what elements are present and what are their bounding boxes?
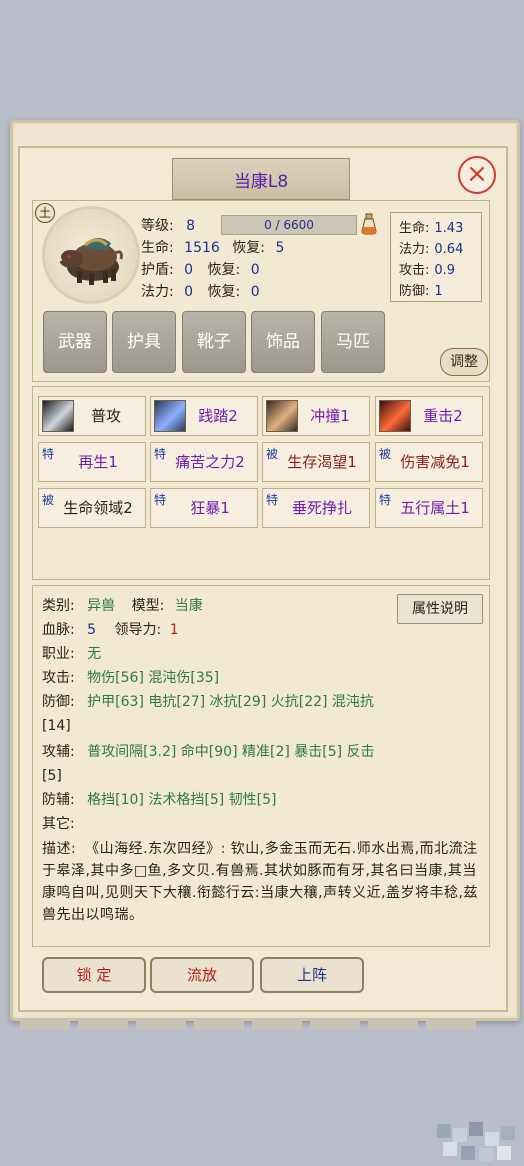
equip-slot-accessory[interactable]: 饰品 [251, 311, 315, 373]
hp-row: 生命: 1516 恢复: 5 [141, 237, 284, 257]
footer-decoration [252, 1018, 302, 1030]
adjust-button[interactable]: 调整 [440, 348, 488, 376]
footer-decoration [136, 1018, 186, 1030]
lead-value: 1 [169, 622, 179, 638]
footer-decoration [426, 1018, 476, 1030]
growth-defense: 防御: 1 [399, 284, 443, 299]
xp-text: 0 / 6600 [264, 218, 314, 232]
info-defense-cont: [14] [42, 718, 71, 734]
skill-name: 生命领域2 [63, 499, 133, 517]
release-button[interactable]: 流放 [150, 957, 254, 993]
hp-regen-value: 5 [275, 240, 285, 256]
skill-name: 生存渴望1 [287, 453, 357, 471]
desc-label: 描述: [42, 841, 77, 857]
shield-label: 护盾: [141, 262, 174, 278]
skill-name: 五行属土1 [400, 499, 470, 517]
deploy-button[interactable]: 上阵 [260, 957, 364, 993]
mana-value: 0 [184, 284, 194, 300]
skill-name: 垂死挣扎 [291, 499, 352, 517]
level-label: 等级: [141, 218, 174, 234]
info-defaux-row: 防辅: 格挡[10] 法术格挡[5] 韧性[5] [42, 792, 277, 808]
footer-decoration [310, 1018, 360, 1030]
hp-label: 生命: [141, 240, 174, 256]
growth-attack: 攻击: 0.9 [399, 263, 456, 278]
growth-hp: 生命: 1.43 [399, 221, 464, 236]
potion-icon[interactable] [361, 213, 377, 235]
footer-decoration [368, 1018, 418, 1030]
attribute-help-button[interactable]: 属性说明 [397, 594, 483, 624]
skill-slot[interactable]: 被伤害减免1 [375, 442, 483, 482]
hp-value: 1516 [184, 240, 220, 256]
skill-name: 践踏2 [198, 407, 238, 425]
desc-text: 《山海经.东次四经》: 钦山,多金玉而无石.师水出焉,而北流注于皋泽,其中多□鱼… [42, 841, 478, 923]
skill-name: 冲撞1 [310, 407, 350, 425]
skill-slot[interactable]: 特五行属土1 [375, 488, 483, 528]
defense-value: 护甲[63] 电抗[27] 冰抗[29] 火抗[22] 混沌抗 [87, 694, 374, 710]
shield-regen-value: 0 [250, 262, 260, 278]
pet-avatar[interactable] [42, 206, 140, 304]
job-value: 无 [87, 646, 102, 662]
xp-bar: 0 / 6600 [221, 215, 357, 235]
mana-regen-label: 恢复: [207, 284, 241, 300]
equip-slot-boots[interactable]: 靴子 [182, 311, 246, 373]
footer-decoration [20, 1018, 70, 1030]
info-defense-row: 防御: 护甲[63] 电抗[27] 冰抗[29] 火抗[22] 混沌抗 [42, 694, 374, 710]
skill-name: 重击2 [423, 407, 463, 425]
equip-slot-mount[interactable]: 马匹 [321, 311, 385, 373]
equip-slot-armor[interactable]: 护具 [112, 311, 176, 373]
skill-name: 普攻 [90, 407, 121, 425]
info-atkaux-row: 攻辅: 普攻间隔[3.2] 命中[90] 精准[2] 暴击[5] 反击 [42, 744, 375, 760]
shield-row: 护盾: 0 恢复: 0 [141, 259, 260, 279]
skill-name: 痛苦之力2 [175, 453, 245, 471]
skill-slot[interactable]: 特狂暴1 [150, 488, 258, 528]
footer-decoration [78, 1018, 128, 1030]
mana-label: 法力: [141, 284, 174, 300]
growth-box: 生命: 1.43 法力: 0.64 攻击: 0.9 防御: 1 [390, 212, 482, 302]
element-earth-badge: 土 [35, 203, 55, 223]
skill-slot[interactable]: 特再生1 [38, 442, 146, 482]
skill-name: 伤害减免1 [400, 453, 470, 471]
window-title: 当康L8 [172, 158, 350, 200]
skill-slot[interactable]: 特垂死挣扎 [262, 488, 370, 528]
atkaux-value: 普攻间隔[3.2] 命中[90] 精准[2] 暴击[5] 反击 [87, 744, 375, 760]
mana-row: 法力: 0 恢复: 0 [141, 281, 260, 301]
watermark-corner [429, 1118, 524, 1166]
info-type-row: 类别: 异兽 模型: 当康 [42, 598, 203, 614]
skill-name: 狂暴1 [190, 499, 230, 517]
level-value: 8 [186, 218, 196, 234]
equip-slot-weapon[interactable]: 武器 [43, 311, 107, 373]
info-description: 描述: 《山海经.东次四经》: 钦山,多金玉而无石.师水出焉,而北流注于皋泽,其… [42, 838, 484, 926]
type-value: 异兽 [87, 598, 116, 614]
defaux-value: 格挡[10] 法术格挡[5] 韧性[5] [87, 792, 277, 808]
shield-regen-label: 恢复: [207, 262, 241, 278]
info-attack-row: 攻击: 物伤[56] 混沌伤[35] [42, 670, 220, 686]
skill-slot[interactable]: 重击2 [375, 396, 483, 436]
info-atkaux-cont: [5] [42, 768, 62, 784]
model-value: 当康 [174, 598, 203, 614]
skill-slot[interactable]: 被生存渴望1 [262, 442, 370, 482]
skill-slot[interactable]: 被生命领域2 [38, 488, 146, 528]
close-button[interactable]: × [458, 156, 496, 194]
info-job-row: 职业: 无 [42, 646, 102, 662]
skill-slot[interactable]: 普攻 [38, 396, 146, 436]
info-other-row: 其它: [42, 816, 75, 832]
mana-regen-value: 0 [250, 284, 260, 300]
skill-slot[interactable]: 特痛苦之力2 [150, 442, 258, 482]
attack-value: 物伤[56] 混沌伤[35] [87, 670, 220, 686]
lock-button[interactable]: 锁 定 [42, 957, 146, 993]
growth-mana: 法力: 0.64 [399, 242, 464, 257]
skill-slot[interactable]: 践踏2 [150, 396, 258, 436]
skill-slot[interactable]: 冲撞1 [262, 396, 370, 436]
shield-value: 0 [184, 262, 194, 278]
boar-icon [57, 237, 123, 285]
footer-decoration [194, 1018, 244, 1030]
info-blood-row: 血脉: 5 领导力: 1 [42, 622, 179, 638]
blood-value: 5 [87, 622, 97, 638]
level-row: 等级: 8 [141, 215, 195, 235]
skill-name: 再生1 [78, 453, 118, 471]
hp-regen-label: 恢复: [232, 240, 265, 256]
